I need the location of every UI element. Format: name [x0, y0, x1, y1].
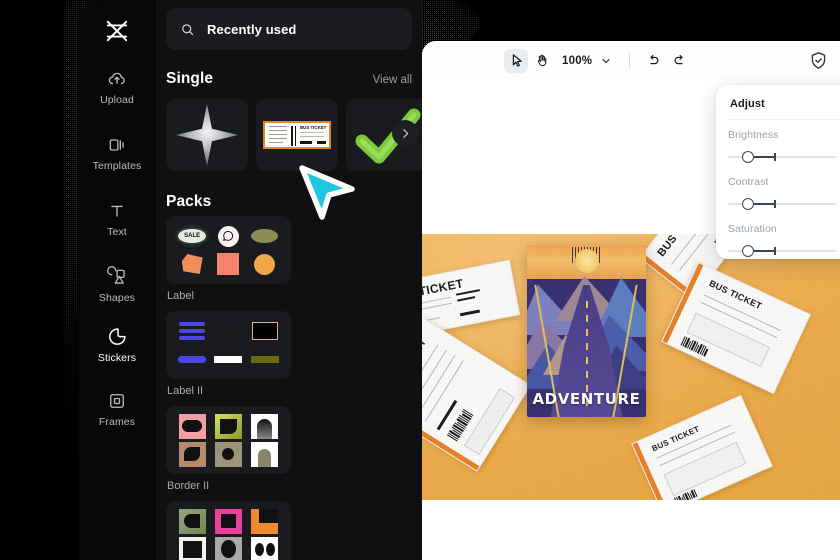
chevron-right-icon[interactable]	[392, 120, 418, 146]
pack-name: Label	[167, 290, 194, 302]
pack-name: Label II	[167, 385, 204, 397]
sticker-bus-ticket[interactable]: BUS TICKET	[256, 99, 338, 171]
frame-icon	[110, 393, 124, 408]
shield-check-icon[interactable]	[808, 50, 829, 71]
search-value: Recently used	[207, 21, 297, 37]
templates-icon	[109, 138, 124, 151]
sidebar-item-label: Frames	[98, 415, 136, 428]
photo-grain	[422, 234, 840, 500]
zoom-level[interactable]: 100%	[562, 55, 592, 67]
sidebar-item-label: Stickers	[97, 352, 137, 364]
packs-section-title: Packs	[166, 193, 212, 210]
single-section-header: Single View all	[166, 70, 412, 88]
cursor-arrow-icon[interactable]	[504, 48, 528, 73]
sidebar-item-templates[interactable]: Templates	[89, 124, 145, 182]
toolbar-divider	[629, 52, 631, 69]
brightness-slider[interactable]	[728, 150, 836, 164]
shapes-icon	[106, 266, 125, 284]
sidebar-item-label: Shapes	[98, 292, 136, 304]
single-view-all-link[interactable]: View all	[373, 74, 412, 86]
contrast-label: Contrast	[728, 176, 769, 188]
chevron-down-icon[interactable]	[594, 49, 618, 73]
editor-toolbar: 100%	[422, 41, 840, 80]
app-window: Upload Templates Text Shapes Stickers Fr…	[78, 0, 422, 560]
screenshot-stage: S TICKET BUS TICKET	[0, 0, 840, 560]
sidebar-item-label: Text	[107, 225, 127, 238]
pack-thumbnail[interactable]: SALE	[166, 216, 291, 284]
single-carousel: BUS TICKET	[166, 99, 422, 171]
redo-icon[interactable]	[667, 49, 691, 73]
pack-label[interactable]: SALE Label	[166, 216, 291, 302]
pack-label-ii[interactable]: Label II	[166, 311, 291, 397]
text-t-icon	[111, 205, 123, 217]
packs-section-header: Packs	[166, 193, 412, 211]
hand-icon[interactable]	[530, 49, 554, 73]
pack-thumbnail[interactable]	[166, 311, 291, 379]
sidebar-item-frames[interactable]: Frames	[89, 380, 145, 438]
search-icon	[180, 22, 195, 37]
sticker-silver-star[interactable]	[166, 99, 248, 171]
pack-name: Border II	[167, 480, 210, 492]
adjust-panel: Adjust Brightness -3 Contrast -3 Saturat…	[716, 85, 840, 259]
sticker-icon	[108, 328, 126, 345]
saturation-label: Saturation	[728, 223, 777, 235]
capcut-logo-icon[interactable]	[78, 14, 156, 48]
adjust-row-contrast: Contrast -3	[716, 167, 840, 214]
saturation-slider[interactable]	[728, 244, 836, 258]
sidebar-item-text[interactable]: Text	[89, 190, 145, 248]
packs-grid: SALE Label Label II Border II	[166, 216, 422, 560]
undo-icon[interactable]	[641, 49, 665, 73]
pack-thumbnail[interactable]	[166, 501, 291, 560]
contrast-slider[interactable]	[728, 197, 836, 211]
sidebar-item-stickers[interactable]: Stickers	[89, 316, 145, 374]
pack-thumbnail[interactable]	[166, 406, 291, 474]
adjust-row-saturation: Saturation -3	[716, 214, 840, 259]
sidebar-item-label: Templates	[92, 159, 142, 172]
pack-border-ii[interactable]: Border II	[166, 406, 291, 492]
adjust-row-brightness: Brightness -3	[716, 120, 840, 167]
single-section-title: Single	[166, 70, 214, 87]
canvas-photo[interactable]: S TICKET BUS TICKET	[422, 234, 840, 500]
brightness-label: Brightness	[728, 129, 779, 141]
sidebar-item-shapes[interactable]: Shapes	[89, 256, 145, 314]
sidebar-item-upload[interactable]: Upload	[89, 58, 145, 116]
adjust-panel-title: Adjust	[730, 98, 765, 110]
upload-cloud-icon	[108, 72, 125, 84]
sidebar-item-label: Upload	[100, 93, 134, 106]
search-input[interactable]: Recently used	[166, 8, 412, 50]
pack-border[interactable]: Border	[166, 501, 291, 560]
